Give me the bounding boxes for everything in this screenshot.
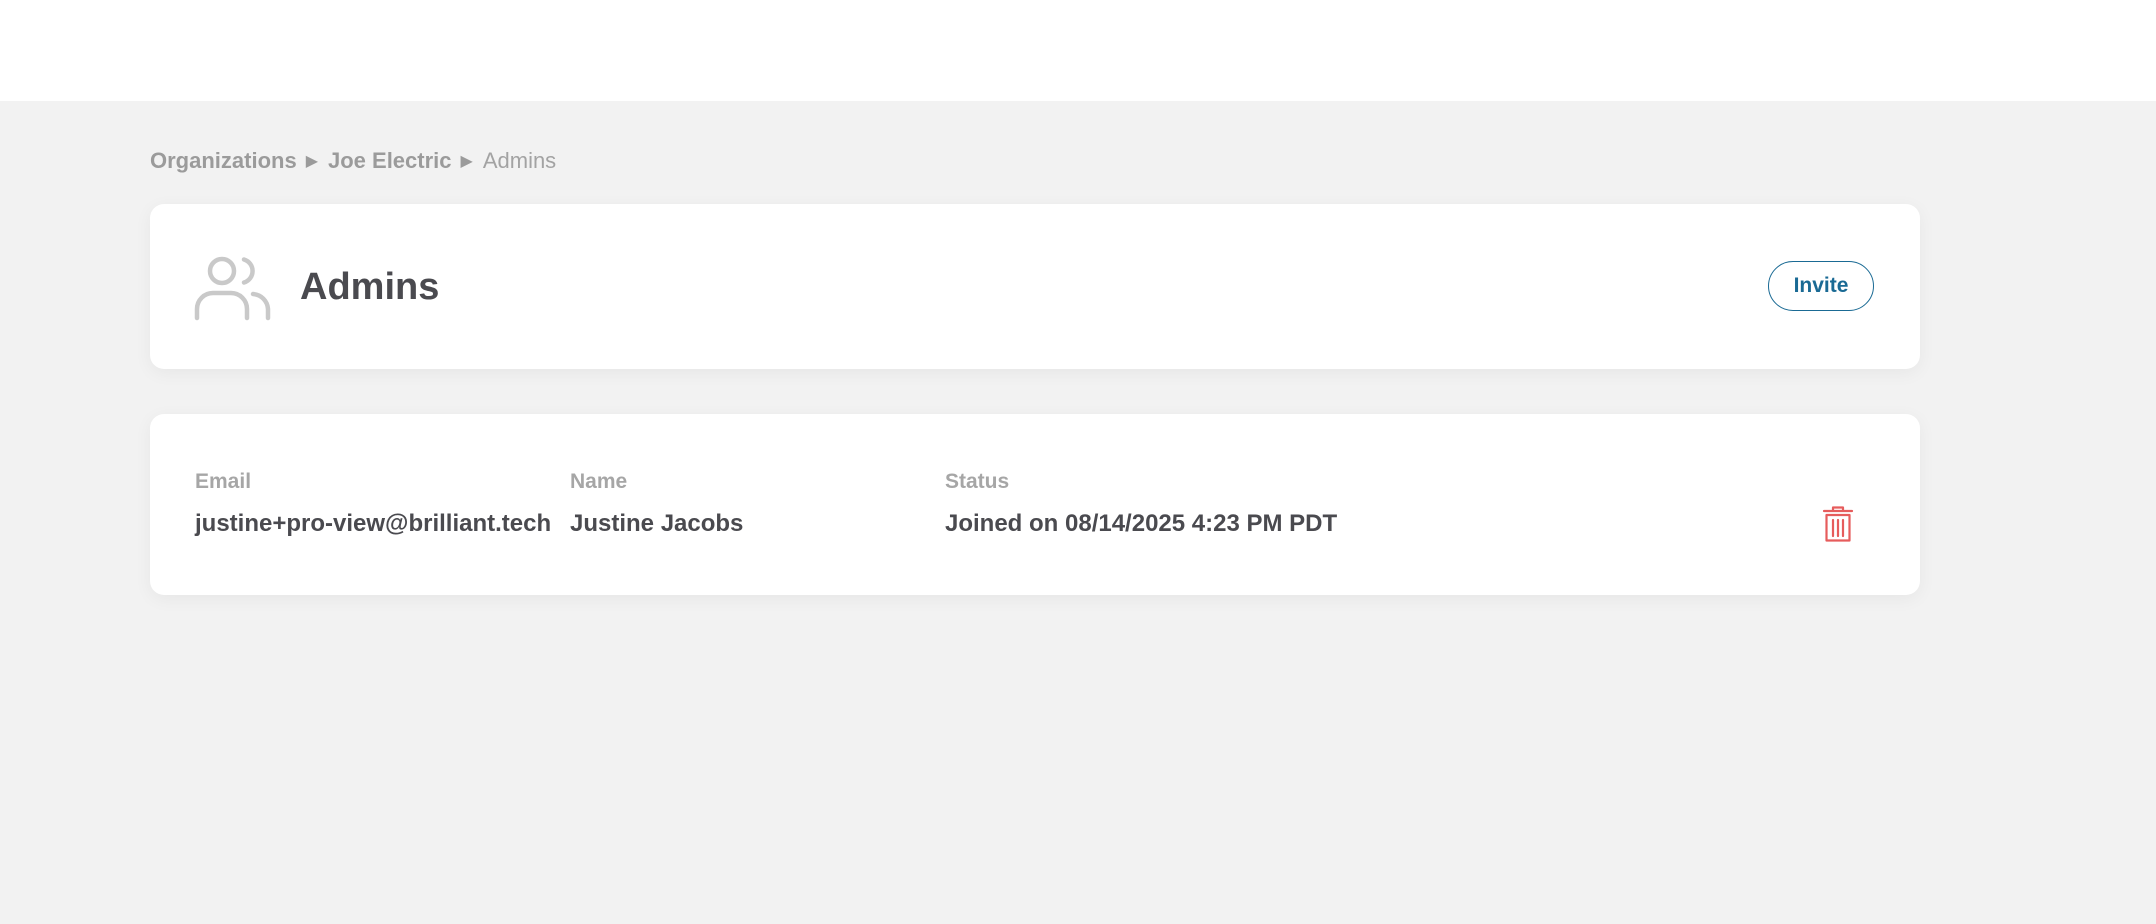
page-title: Admins <box>300 266 440 308</box>
breadcrumb-separator: ▶ <box>460 153 473 170</box>
breadcrumb: Organizations ▶ Joe Electric ▶ Admins <box>150 146 556 176</box>
breadcrumb-separator: ▶ <box>305 153 318 170</box>
top-bar <box>0 0 2156 101</box>
breadcrumb-current: Admins <box>482 148 557 173</box>
column-header-email: Email <box>195 470 252 493</box>
delete-admin-trash-icon[interactable] <box>1822 505 1854 543</box>
admins-header-card: Admins Invite <box>150 204 1920 369</box>
breadcrumb-organizations[interactable]: Organizations <box>150 148 297 174</box>
breadcrumb-organization[interactable]: Joe Electric <box>328 148 452 174</box>
admin-name: Justine Jacobs <box>570 510 744 537</box>
admin-email: justine+pro-view@brilliant.tech <box>195 510 552 537</box>
admin-status: Joined on 08/14/2025 4:23 PM PDT <box>945 510 1338 537</box>
column-header-status: Status <box>945 470 1010 493</box>
admins-table-card: Email Name Status justine+pro-view@brill… <box>150 414 1920 595</box>
users-icon <box>194 256 271 321</box>
column-header-name: Name <box>570 470 628 493</box>
invite-button[interactable]: Invite <box>1768 261 1874 311</box>
